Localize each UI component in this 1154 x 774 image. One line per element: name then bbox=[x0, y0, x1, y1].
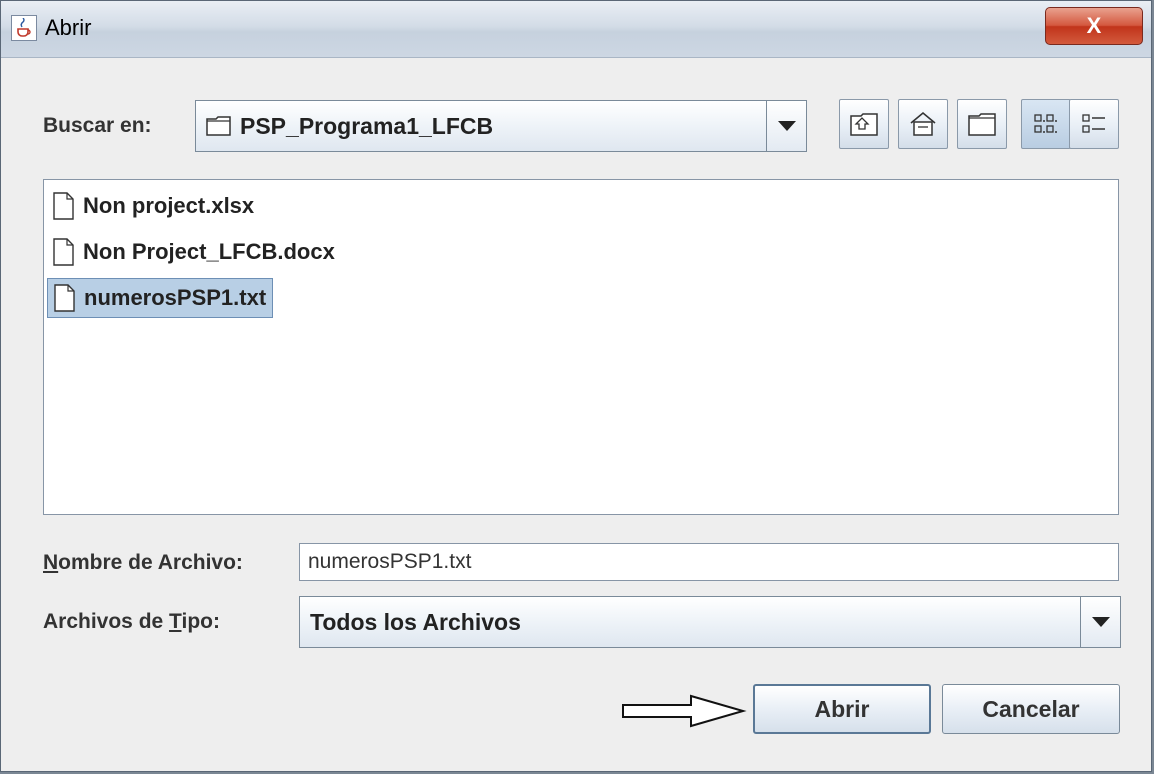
file-type-value: Todos los Archivos bbox=[310, 608, 521, 635]
file-type-label-mnemonic: T bbox=[169, 610, 182, 633]
open-button[interactable]: Abrir bbox=[753, 684, 931, 734]
look-in-label: Buscar en: bbox=[43, 114, 152, 137]
file-name: Non project.xlsx bbox=[83, 193, 255, 218]
folder-icon bbox=[206, 115, 232, 137]
file-name: Non Project_LFCB.docx bbox=[83, 239, 335, 264]
file-name-value: numerosPSP1.txt bbox=[308, 550, 472, 573]
chevron-down-icon[interactable] bbox=[766, 101, 806, 151]
file-name-field[interactable]: numerosPSP1.txt bbox=[299, 543, 1119, 581]
file-type-label: Archivos de Tipo: bbox=[43, 610, 220, 634]
list-view-button[interactable] bbox=[1021, 99, 1071, 149]
file-list[interactable]: Non project.xlsx Non Project_LFCB.docx n… bbox=[43, 179, 1119, 515]
file-type-combo[interactable]: Todos los Archivos bbox=[299, 596, 1121, 648]
cancel-button-label: Cancelar bbox=[982, 695, 1080, 722]
close-icon: X bbox=[1086, 13, 1102, 38]
details-view-icon bbox=[1082, 114, 1105, 133]
new-folder-icon bbox=[968, 113, 996, 136]
list-view-icon bbox=[1034, 114, 1057, 133]
file-icon bbox=[53, 192, 74, 220]
file-list-item[interactable]: Non project.xlsx bbox=[47, 186, 260, 226]
details-view-button[interactable] bbox=[1069, 99, 1119, 149]
up-folder-icon bbox=[850, 113, 878, 136]
chevron-down-icon[interactable] bbox=[1080, 597, 1120, 647]
cancel-button[interactable]: Cancelar bbox=[942, 684, 1120, 734]
file-type-label-prefix: Archivos de bbox=[43, 610, 170, 633]
file-type-label-rest: ipo: bbox=[181, 610, 220, 633]
pointer-arrow-icon bbox=[622, 694, 747, 728]
file-name-label-rest: ombre de Archivo: bbox=[58, 551, 243, 574]
file-list-item[interactable]: Non Project_LFCB.docx bbox=[47, 232, 341, 272]
file-list-item-selected[interactable]: numerosPSP1.txt bbox=[47, 278, 274, 318]
close-button[interactable]: X bbox=[1045, 7, 1143, 45]
home-button[interactable] bbox=[898, 99, 948, 149]
up-one-level-button[interactable] bbox=[839, 99, 889, 149]
file-name-label-mnemonic: N bbox=[43, 551, 59, 574]
file-name: numerosPSP1.txt bbox=[84, 285, 267, 310]
home-icon bbox=[910, 111, 936, 136]
file-icon bbox=[54, 284, 75, 312]
file-name-label: Nombre de Archivo: bbox=[43, 551, 243, 575]
new-folder-button[interactable] bbox=[957, 99, 1007, 149]
look-in-value: PSP_Programa1_LFCB bbox=[240, 112, 494, 139]
window-title: Abrir bbox=[45, 15, 92, 40]
file-icon bbox=[53, 238, 74, 266]
java-cup-icon bbox=[11, 15, 37, 41]
look-in-combo[interactable]: PSP_Programa1_LFCB bbox=[195, 100, 807, 152]
open-button-label: Abrir bbox=[814, 695, 870, 722]
title-bar[interactable]: Abrir X bbox=[1, 1, 1151, 58]
open-dialog: Abrir X Buscar en: PSP_Programa1_LFCB No… bbox=[0, 0, 1152, 772]
